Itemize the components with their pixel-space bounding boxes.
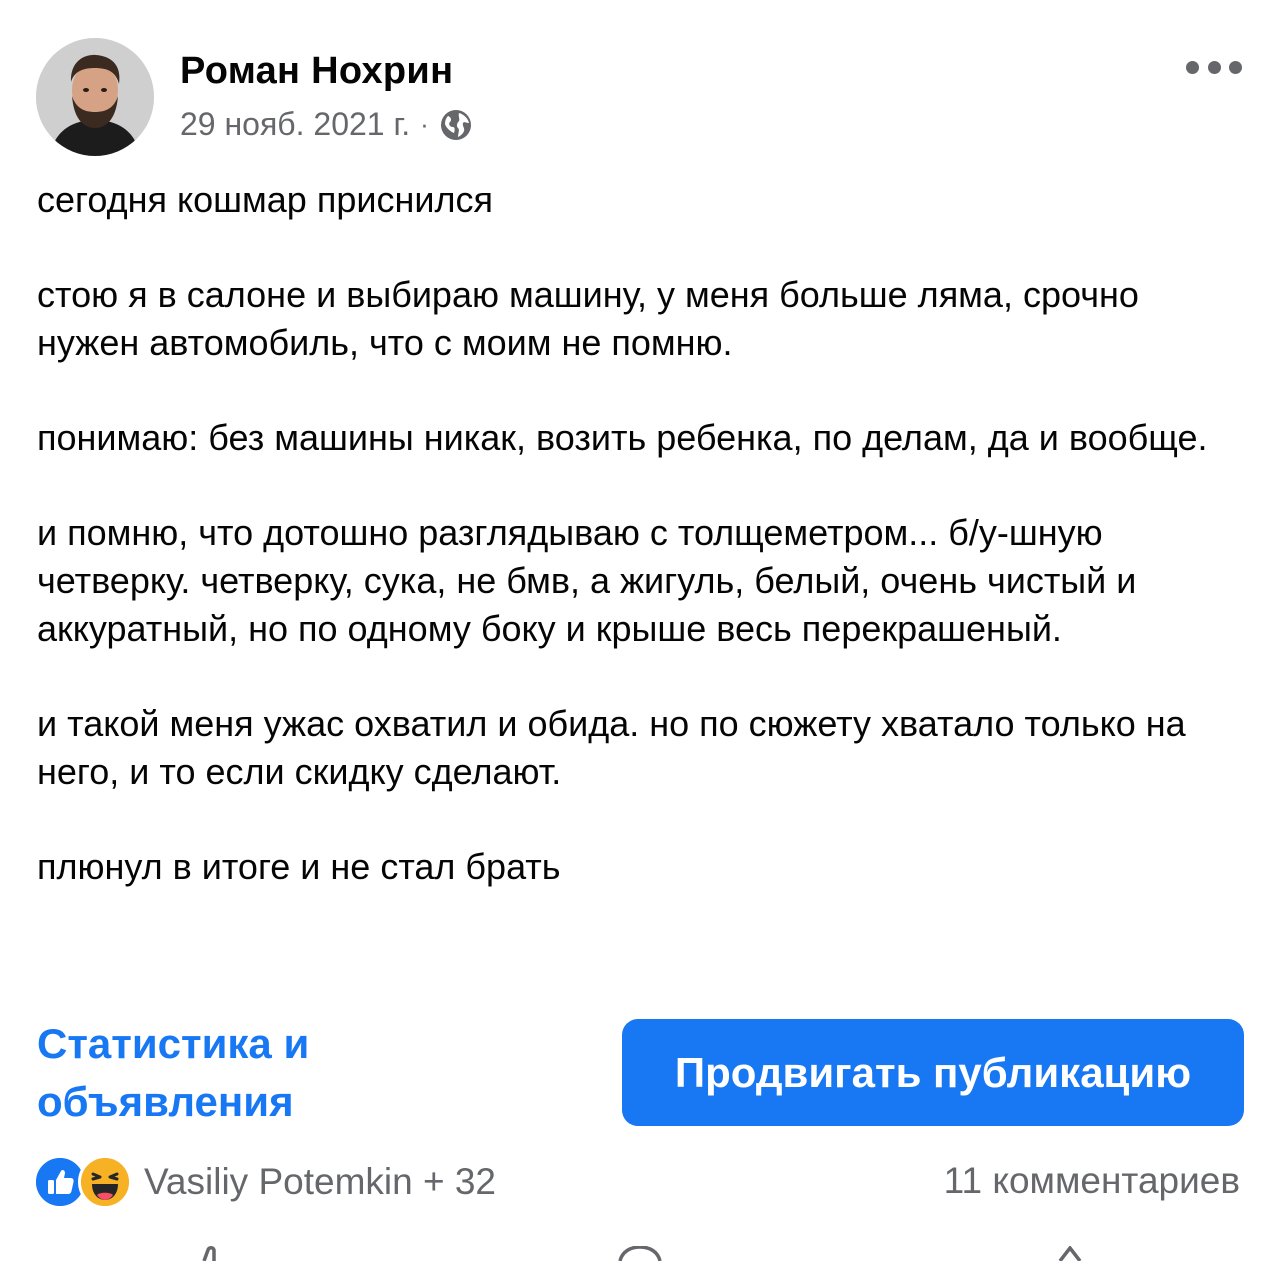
- avatar-photo: [36, 38, 154, 156]
- post-text: сегодня кошмар приснился стою я в салоне…: [37, 176, 1247, 938]
- share-action-icon[interactable]: [1058, 1246, 1082, 1261]
- like-action-icon[interactable]: [202, 1246, 216, 1261]
- reactions-summary[interactable]: Vasiliy Potemkin + 32: [33, 1155, 496, 1209]
- post-date[interactable]: 29 нояб. 2021 г.: [180, 106, 410, 143]
- post-paragraph: плюнул в итоге и не стал брать: [37, 846, 561, 887]
- post-paragraph: сегодня кошмар приснился: [37, 179, 493, 220]
- reaction-icons: [33, 1155, 136, 1209]
- post-paragraph: и помню, что дотошно разглядываю с толще…: [37, 512, 1137, 649]
- haha-icon: [78, 1155, 132, 1209]
- author-avatar[interactable]: [36, 38, 154, 156]
- post-paragraph: понимаю: без машины никак, возить ребенк…: [37, 417, 1208, 458]
- post-meta: 29 нояб. 2021 г. ·: [180, 106, 473, 143]
- more-dot: [1207, 60, 1221, 74]
- more-options-button[interactable]: [1186, 52, 1242, 82]
- post-paragraph: стою я в салоне и выбираю машину, у меня…: [37, 274, 1139, 363]
- globe-icon[interactable]: [439, 108, 473, 142]
- promote-post-button[interactable]: Продвигать публикацию: [622, 1019, 1244, 1126]
- author-name[interactable]: Роман Нохрин: [180, 50, 453, 93]
- reactions-text[interactable]: Vasiliy Potemkin + 32: [144, 1161, 496, 1203]
- meta-separator: ·: [420, 109, 429, 139]
- stats-and-ads-link[interactable]: Статистика и объявления: [37, 1015, 397, 1131]
- more-dot: [1229, 60, 1242, 74]
- post-paragraph: и такой меня ужас охватил и обида. но по…: [37, 703, 1186, 792]
- comments-count[interactable]: 11 комментариев: [944, 1160, 1240, 1202]
- more-dot: [1186, 60, 1199, 74]
- bottom-action-bar: [202, 1246, 1082, 1261]
- comment-action-icon[interactable]: [618, 1246, 662, 1261]
